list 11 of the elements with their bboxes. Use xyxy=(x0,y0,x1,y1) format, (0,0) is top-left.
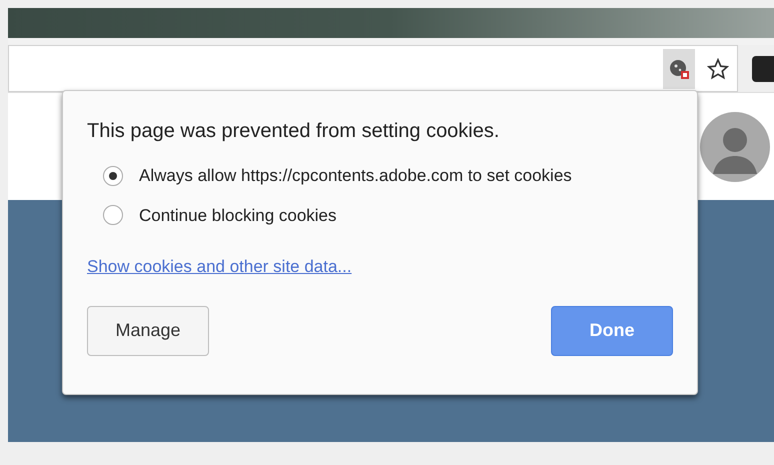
avatar-icon[interactable] xyxy=(700,112,770,182)
star-icon[interactable] xyxy=(707,58,729,80)
radio-button[interactable] xyxy=(103,166,123,186)
radio-button[interactable] xyxy=(103,205,123,226)
radio-label: Always allow https://cpcontents.adobe.com to set cookies xyxy=(139,165,572,187)
popup-title: This page was prevented from setting cookies. xyxy=(87,119,500,143)
manage-button[interactable]: Manage xyxy=(87,306,209,356)
done-button[interactable]: Done xyxy=(551,306,673,356)
site-data-link[interactable]: Show cookies and other site data... xyxy=(87,254,352,280)
blocked-cookie-icon[interactable] xyxy=(663,48,695,88)
radio-label: Continue blocking cookies xyxy=(139,204,337,226)
